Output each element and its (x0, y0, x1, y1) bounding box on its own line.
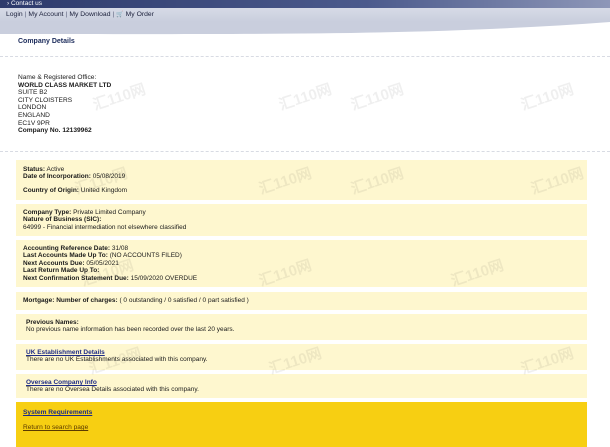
watermark: 汇110网 (277, 80, 334, 114)
my-account-link[interactable]: My Account (28, 11, 63, 18)
uk-establishment-panel: UK Establishment Details There are no UK… (16, 344, 587, 370)
next-confirmation-row: Next Confirmation Statement Due: 15/09/2… (23, 274, 198, 282)
footer-panel: System Requirements Return to search pag… (16, 402, 587, 447)
watermark: 汇110网 (349, 80, 406, 114)
reference-date-row: Accounting Reference Date: 31/08 (23, 245, 129, 252)
company-number: Company No. 12139962 (18, 127, 92, 135)
address-line: CITY CLOISTERS (18, 96, 73, 104)
address-line: LONDON (18, 104, 47, 112)
watermark: 汇110网 (519, 80, 576, 114)
oversea-text: There are no Oversea Details associated … (26, 386, 199, 394)
incorporation-row: Date of Incorporation: 05/08/2019 (23, 173, 126, 181)
mortgage-panel: Mortgage: Number of charges: ( 0 outstan… (16, 292, 587, 310)
previous-names-panel: Previous Names: No previous name informa… (16, 314, 587, 340)
company-type-panel: Company Type: Private Limited Company Na… (16, 204, 587, 236)
top-navigation-bar: › Contact us Login | My Account | My Downloa… (0, 0, 610, 22)
divider (0, 56, 610, 58)
company-name: WORLD CLASS MARKET LTD (18, 81, 112, 89)
system-requirements-link[interactable]: System Requirements (23, 409, 92, 416)
nature-label: Nature of Business (SIC): (23, 216, 102, 224)
divider (0, 151, 610, 153)
my-order-label: My Order (125, 11, 154, 18)
mortgage-value: ( 0 outstanding / 0 satisfied / 0 part s… (119, 297, 249, 304)
menu-separator: | (24, 11, 27, 18)
address-line: ENGLAND (18, 111, 50, 119)
nature-value: 64999 - Financial intermediation not els… (23, 223, 187, 231)
account-menu: Login | My Account | My Download | 🛒 My Order (6, 10, 154, 20)
contact-us-link[interactable]: › Contact us (7, 0, 42, 8)
menu-separator: | (65, 11, 68, 18)
uk-establishment-link[interactable]: UK Establishment Details (26, 349, 105, 356)
origin-row: Country of Origin: United Kingdom (23, 186, 128, 194)
contact-strip (0, 0, 610, 8)
uk-establishment-text: There are no UK Establishments associate… (26, 356, 208, 364)
type-row: Company Type: Private Limited Company (23, 209, 146, 216)
next-accounts-row: Next Accounts Due: 05/05/2021 (23, 259, 119, 267)
previous-names-text: No previous name information has been re… (26, 326, 235, 334)
login-link[interactable]: Login (6, 11, 23, 18)
status-panel: Status: Active Date of Incorporation: 05… (16, 160, 587, 200)
address-line: EC1V 9PR (18, 119, 50, 127)
office-heading: Name & Registered Office: (18, 74, 97, 81)
page-title: Company Details (18, 38, 75, 45)
my-order-link[interactable]: 🛒 My Order (116, 11, 154, 18)
oversea-company-link[interactable]: Oversea Company Info (26, 379, 97, 386)
status-badge: Active (46, 166, 65, 173)
my-download-link[interactable]: My Download (69, 11, 110, 18)
address-line: SUITE B2 (18, 89, 48, 97)
status-row: Status: Active (23, 166, 65, 173)
menu-separator: | (112, 11, 115, 18)
cart-icon: 🛒 (116, 12, 124, 18)
header-curve (0, 22, 610, 35)
previous-names-title: Previous Names: (26, 319, 79, 326)
last-return-row: Last Return Made Up To: (23, 267, 100, 275)
oversea-panel: Oversea Company Info There are no Overse… (16, 374, 587, 398)
last-accounts-row: Last Accounts Made Up To: (NO ACCOUNTS F… (23, 252, 182, 260)
overdue-value: 15/09/2020 OVERDUE (130, 274, 198, 282)
return-to-search-link[interactable]: Return to search page (23, 424, 88, 431)
registered-office: Name & Registered Office: WORLD CLASS MA… (18, 74, 111, 135)
mortgage-label: Mortgage: Number of charges: (23, 297, 118, 304)
accounts-panel: Accounting Reference Date: 31/08 Last Ac… (16, 240, 587, 287)
